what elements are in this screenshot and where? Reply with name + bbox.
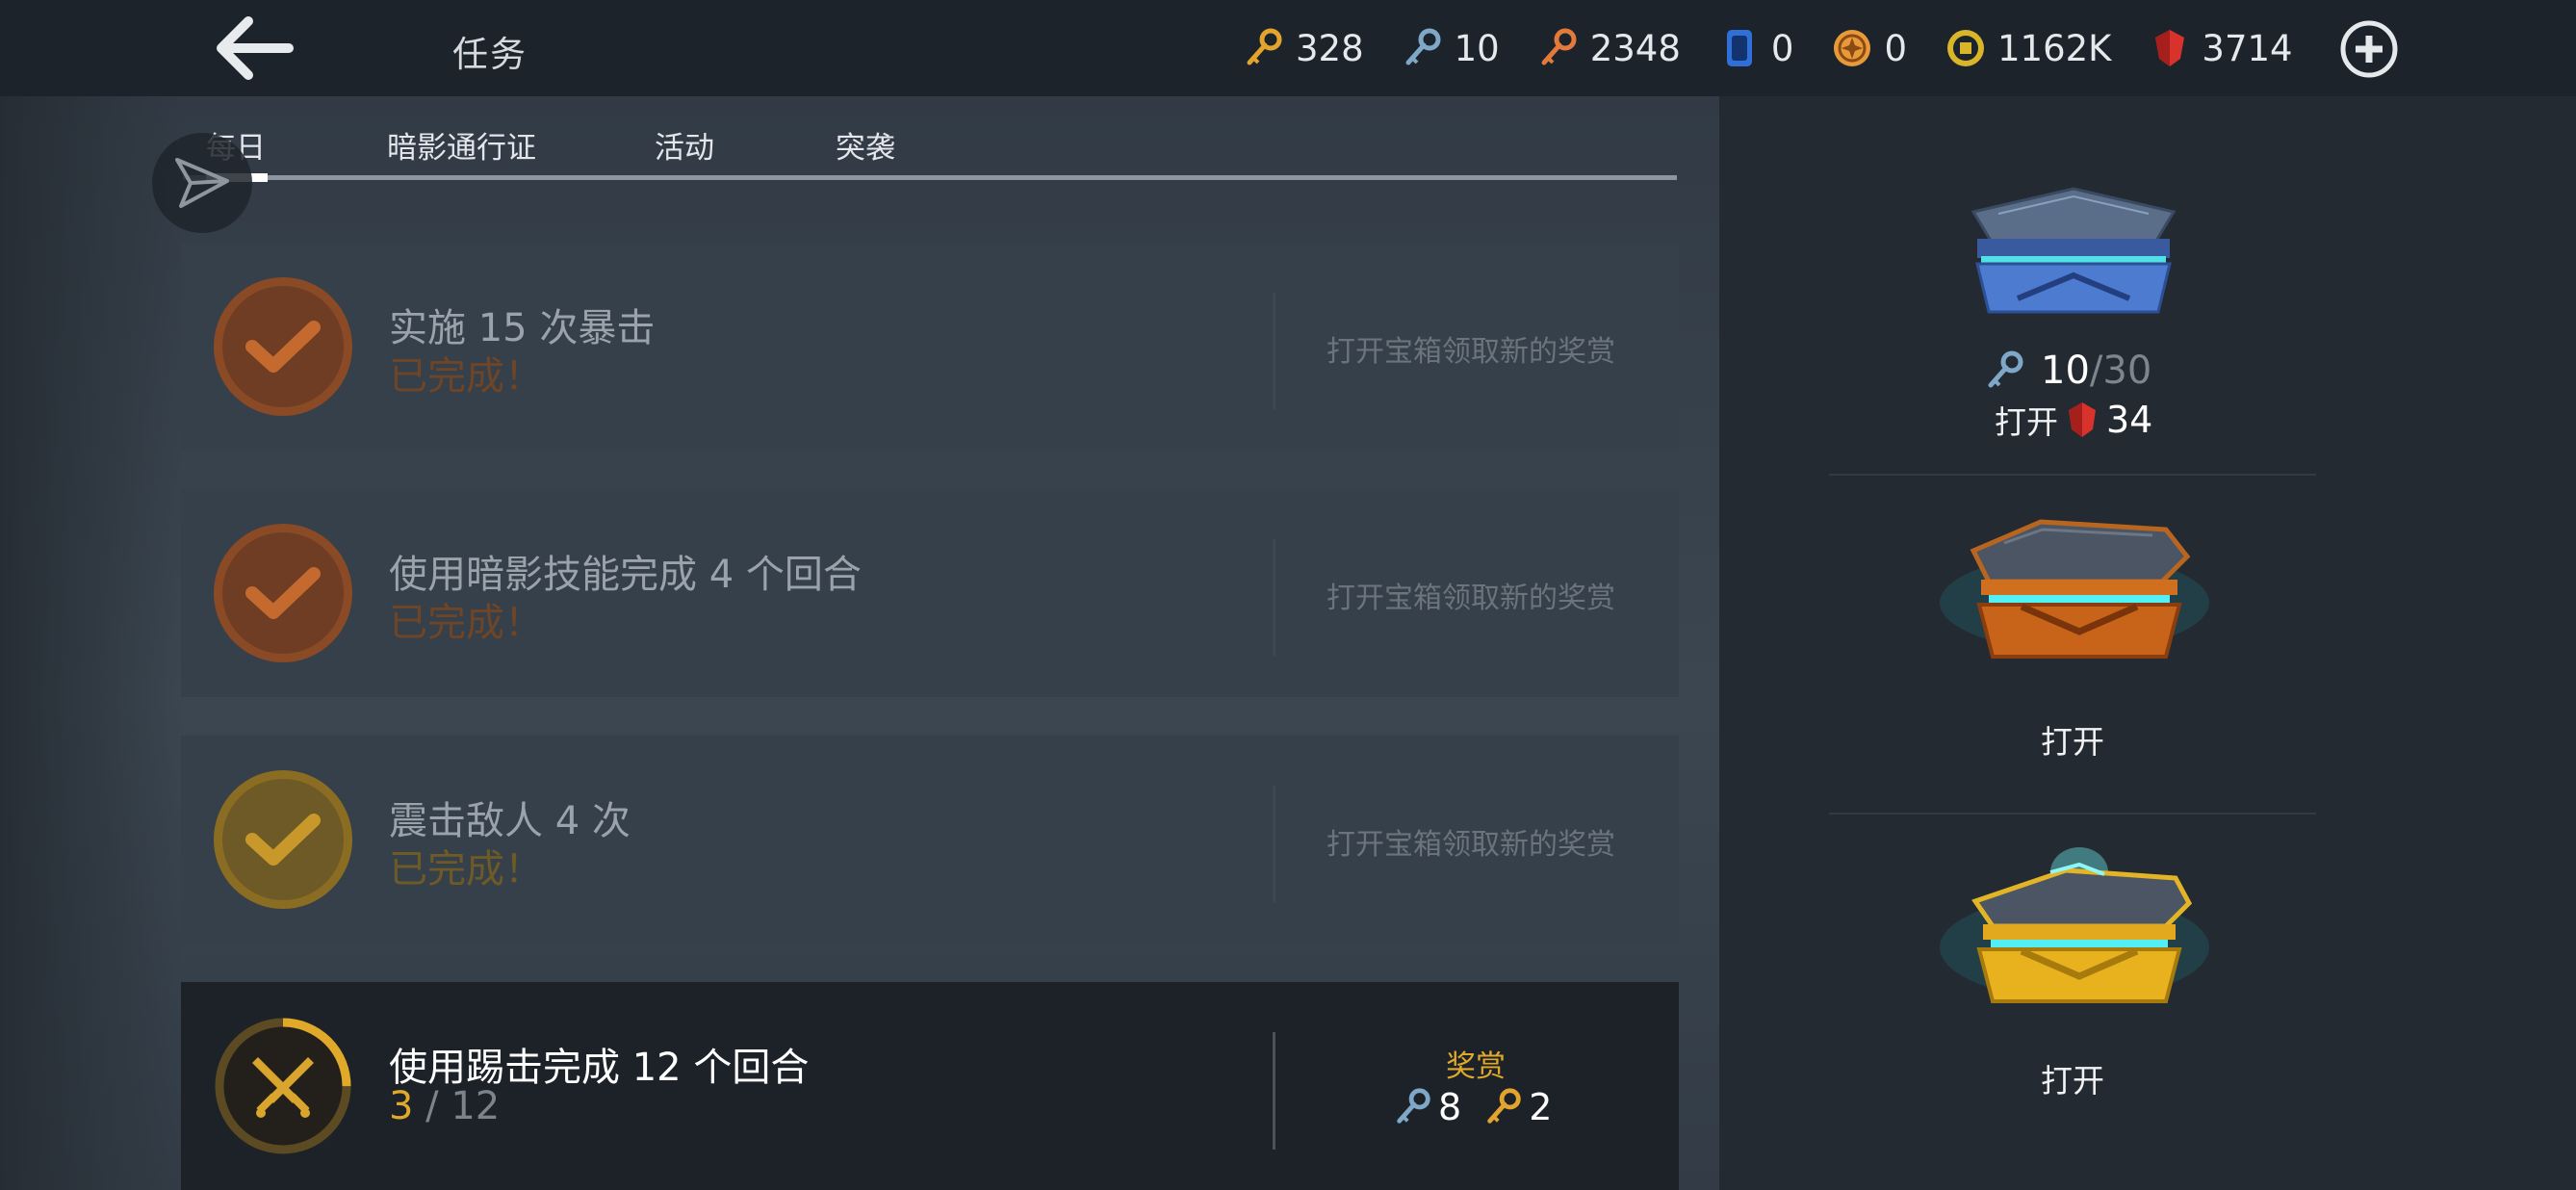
progress-total: 12 bbox=[451, 1084, 501, 1128]
open-bronze-chest-button[interactable]: 打开 bbox=[2041, 716, 2104, 763]
reward-label: 奖赏 bbox=[1446, 1049, 1506, 1084]
silver-key-need: 30 bbox=[2102, 349, 2152, 393]
currency-bronze-key[interactable]: 2348 bbox=[1536, 26, 1681, 70]
task-status: 已完成！ bbox=[389, 354, 543, 399]
token-icon bbox=[1834, 30, 1871, 66]
currency-gold-key[interactable]: 328 bbox=[1242, 26, 1364, 70]
open-gold-chest-button[interactable]: 打开 bbox=[2041, 1055, 2104, 1101]
open-label: 打开 bbox=[1995, 403, 2058, 441]
back-arrow-icon[interactable] bbox=[210, 13, 296, 83]
paper-plane-icon bbox=[175, 158, 229, 208]
gold-chest[interactable] bbox=[1935, 843, 2214, 1026]
silver-key-have: 10 bbox=[2041, 349, 2090, 393]
task-complete-badge bbox=[214, 770, 352, 909]
ruby-icon bbox=[2155, 30, 2185, 66]
card-divider bbox=[1273, 293, 1275, 410]
currency-silver-key[interactable]: 10 bbox=[1401, 26, 1500, 70]
card-divider bbox=[1273, 1032, 1275, 1150]
card-divider bbox=[1273, 539, 1275, 657]
tab-bar: 每日 暗影通行证 活动 突袭 bbox=[183, 123, 1677, 181]
bronze-chest-icon bbox=[1940, 519, 2209, 659]
currency-card-value: 0 bbox=[1770, 27, 1794, 69]
currency-bronze-key-value: 2348 bbox=[1589, 27, 1681, 69]
ruby-icon bbox=[2069, 402, 2096, 437]
currency-ruby[interactable]: 3714 bbox=[2148, 26, 2293, 70]
silver-chest[interactable] bbox=[1960, 183, 2187, 327]
silver-key-icon bbox=[1405, 28, 1441, 65]
task-card[interactable]: 实施 15 次暴击 已完成！ 打开宝箱领取新的奖赏 bbox=[181, 243, 1679, 451]
currency-gold-key-value: 328 bbox=[1296, 27, 1364, 69]
card-icon bbox=[1726, 30, 1752, 66]
checkmark-icon bbox=[245, 321, 321, 373]
tab-shadow-pass[interactable]: 暗影通行证 bbox=[387, 123, 536, 167]
currency-card[interactable]: 0 bbox=[1717, 26, 1794, 70]
silver-chest-icon bbox=[1971, 187, 2177, 314]
open-silver-chest-button[interactable]: 打开 34 bbox=[1995, 397, 2152, 443]
task-hint: 打开宝箱领取新的奖赏 bbox=[1327, 582, 1615, 615]
crossed-swords-icon bbox=[252, 1057, 314, 1118]
currency-token-value: 0 bbox=[1884, 27, 1907, 69]
card-divider bbox=[1273, 786, 1275, 903]
currency-silver-key-value: 10 bbox=[1454, 27, 1500, 69]
share-button[interactable] bbox=[152, 133, 252, 233]
chest-divider bbox=[1829, 474, 2316, 476]
task-card[interactable]: 震击敌人 4 次 已完成！ 打开宝箱领取新的奖赏 bbox=[181, 736, 1679, 944]
checkmark-icon bbox=[245, 567, 321, 619]
task-complete-badge bbox=[214, 524, 352, 662]
task-hint: 打开宝箱领取新的奖赏 bbox=[1327, 335, 1615, 369]
left-shade bbox=[0, 96, 183, 1190]
reward-silver-key-value: 8 bbox=[1438, 1086, 1462, 1128]
bronze-key-icon bbox=[1541, 28, 1577, 65]
currency-bar: 328 10 2348 0 0 1162K 3714 bbox=[1242, 21, 2330, 75]
silver-key-icon bbox=[1397, 1088, 1430, 1124]
page-title: 任务 bbox=[452, 34, 528, 75]
gold-chest-icon bbox=[1940, 847, 2209, 1003]
tab-raid[interactable]: 突袭 bbox=[836, 123, 895, 167]
task-hint: 打开宝箱领取新的奖赏 bbox=[1327, 828, 1615, 862]
open-label: 打开 bbox=[2041, 1062, 2104, 1099]
currency-coin-value: 1162K bbox=[1996, 27, 2112, 69]
tab-events[interactable]: 活动 bbox=[655, 123, 714, 167]
task-card[interactable]: 使用暗影技能完成 4 个回合 已完成！ 打开宝箱领取新的奖赏 bbox=[181, 489, 1679, 697]
open-gem-cost: 34 bbox=[2106, 399, 2153, 441]
task-progress: 3 / 12 bbox=[389, 1084, 500, 1128]
checkmark-icon bbox=[245, 814, 321, 866]
task-status: 已完成！ bbox=[389, 601, 543, 645]
task-progress-ring bbox=[214, 1017, 352, 1155]
silver-chest-key-count: 10 / 30 bbox=[1983, 349, 2151, 393]
open-label: 打开 bbox=[2041, 723, 2104, 761]
silver-key-icon bbox=[1988, 350, 2023, 388]
bronze-chest[interactable] bbox=[1935, 514, 2214, 678]
currency-coin[interactable]: 1162K bbox=[1944, 26, 2111, 70]
coin-icon bbox=[1946, 30, 1984, 66]
silver-key-separator: / bbox=[2089, 349, 2103, 393]
tab-underline-track bbox=[183, 175, 1677, 180]
reward-list: 8 2 bbox=[1392, 1086, 1573, 1128]
plus-icon bbox=[2340, 20, 2398, 78]
currency-ruby-value: 3714 bbox=[2202, 27, 2293, 69]
progress-separator: / bbox=[413, 1084, 451, 1128]
gold-key-icon bbox=[1487, 1088, 1521, 1124]
gold-key-icon bbox=[1247, 28, 1282, 65]
task-card-active[interactable]: 使用踢击完成 12 个回合 3 / 12 奖赏 8 2 bbox=[181, 982, 1679, 1190]
task-complete-badge bbox=[214, 277, 352, 416]
reward-gold-key-value: 2 bbox=[1529, 1086, 1553, 1128]
chest-divider bbox=[1829, 813, 2316, 815]
top-bar: 任务 328 10 2348 0 0 1162K 3714 bbox=[0, 0, 2576, 96]
task-status: 已完成！ bbox=[389, 847, 543, 892]
currency-token[interactable]: 0 bbox=[1830, 26, 1907, 70]
add-currency-button[interactable] bbox=[2339, 19, 2399, 79]
progress-current: 3 bbox=[389, 1084, 414, 1128]
